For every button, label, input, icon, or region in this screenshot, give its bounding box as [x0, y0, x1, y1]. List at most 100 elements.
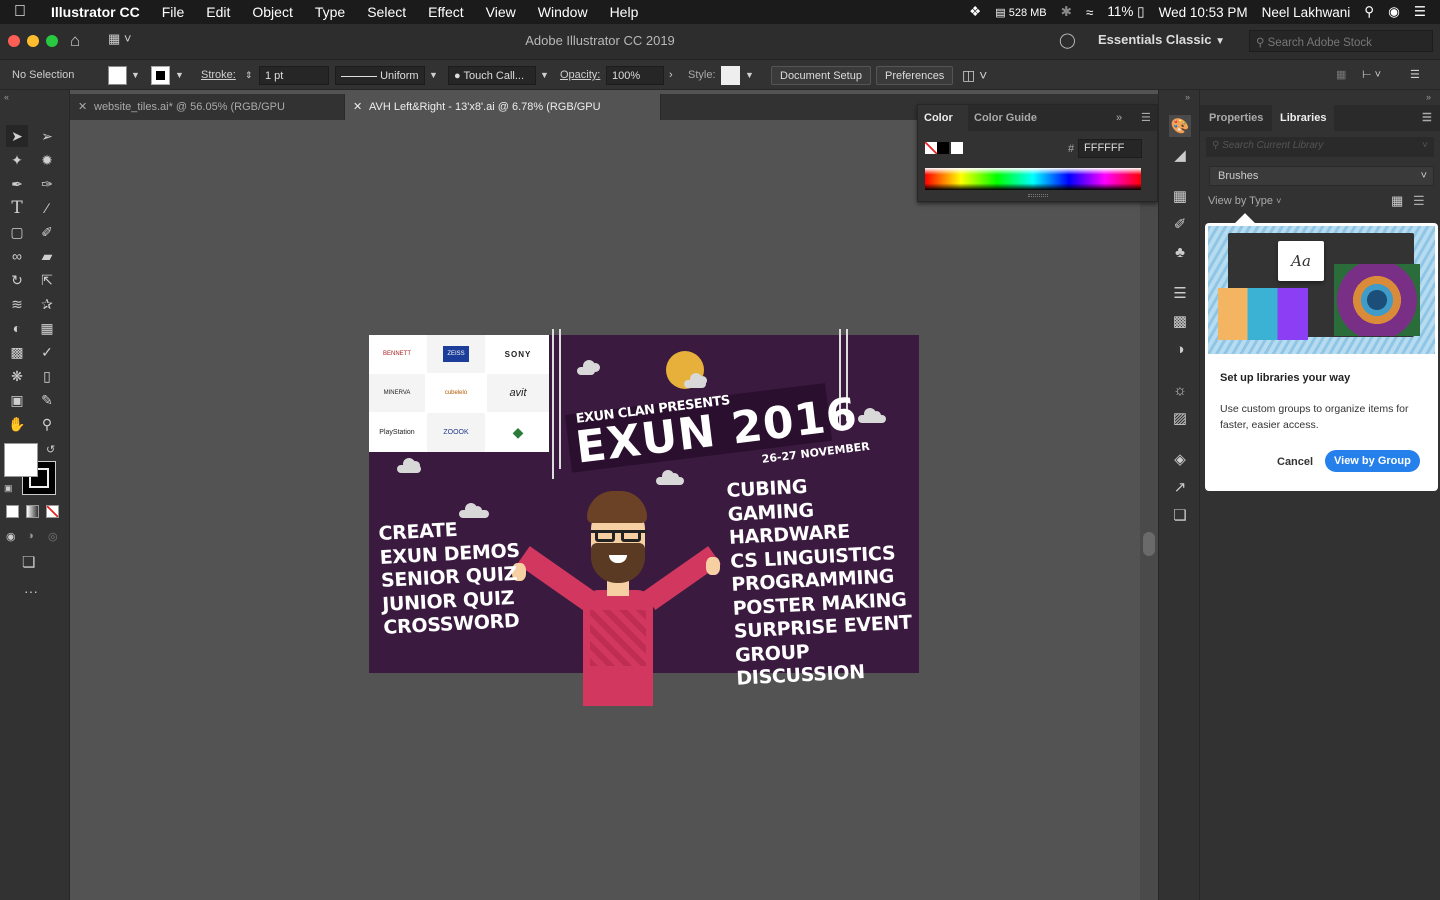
menu-help[interactable]: Help [599, 0, 650, 24]
zoom-tool-icon[interactable]: ⚲ [36, 413, 58, 435]
black-swatch[interactable] [937, 142, 949, 154]
document-setup-button[interactable]: Document Setup [771, 66, 871, 85]
none-mode-button[interactable] [46, 505, 59, 518]
hand-tool-icon[interactable]: ✋ [6, 413, 28, 435]
color-spectrum[interactable] [925, 168, 1141, 190]
color-mode-button[interactable] [6, 505, 19, 518]
transparency-icon[interactable]: ◑ [1169, 338, 1191, 360]
collapse-panel-icon[interactable]: » [1116, 112, 1122, 124]
opacity-label[interactable]: Opacity: [560, 66, 600, 85]
bluetooth-icon[interactable]: ✱ [1061, 4, 1072, 20]
panel-menu-icon[interactable]: ☰ [1422, 111, 1432, 124]
edit-toolbar-icon[interactable]: ··· [24, 583, 38, 599]
lightbulb-icon[interactable]: ◯ [1059, 31, 1076, 49]
menu-app[interactable]: Illustrator CC [40, 0, 151, 24]
hex-input[interactable]: FFFFFF [1078, 139, 1142, 158]
control-menu-icon[interactable]: ☰ [1410, 66, 1420, 85]
asset-export-icon[interactable]: ↗ [1169, 476, 1191, 498]
style-chevron-icon[interactable]: ▼ [745, 66, 754, 85]
shape-builder-tool-icon[interactable]: ◐ [6, 317, 28, 339]
scrollbar-thumb[interactable] [1143, 532, 1155, 556]
gradient-panel-icon[interactable]: ▩ [1169, 310, 1191, 332]
stroke-weight-field[interactable]: 1 pt [259, 66, 329, 85]
list-view-icon[interactable]: ☰ [1413, 193, 1425, 209]
stroke-dropdown-chevron-icon[interactable]: ▼ [175, 66, 184, 85]
draw-normal-icon[interactable]: ◉ [6, 530, 16, 543]
fill-color-box[interactable] [4, 443, 38, 477]
stroke-label[interactable]: Stroke: [201, 66, 236, 85]
tab-color[interactable]: Color [918, 105, 968, 131]
symbols-icon[interactable]: ♣ [1169, 241, 1191, 263]
preferences-button[interactable]: Preferences [876, 66, 954, 85]
shaper-tool-icon[interactable]: ∞ [6, 245, 28, 267]
memory-monitor[interactable]: ▤ 528 MB [995, 6, 1046, 19]
artboard-tool-icon[interactable]: ▣ [6, 389, 28, 411]
collapse-panel-icon[interactable]: » [1426, 92, 1431, 102]
align-grid-icon[interactable]: ▦ [1336, 66, 1346, 85]
direct-selection-tool-icon[interactable]: ➢ [36, 125, 58, 147]
fill-dropdown-chevron-icon[interactable]: ▼ [131, 66, 140, 85]
image-trace-icon[interactable]: ▨ [1169, 407, 1191, 429]
artboard[interactable]: BENNETT ZEISS SONY MINERVA cubelelo avit… [369, 329, 919, 706]
graphic-style-swatch[interactable] [721, 66, 740, 85]
eraser-tool-icon[interactable]: ▰ [36, 245, 58, 267]
gradient-mode-button[interactable] [26, 505, 39, 518]
library-search-input[interactable]: ⚲ Search Current Library ˅ [1206, 137, 1434, 157]
rectangle-tool-icon[interactable]: ▢ [6, 221, 28, 243]
draw-behind-icon[interactable]: ◑ [27, 530, 34, 542]
spotlight-search-icon[interactable]: ⚲ [1364, 4, 1374, 20]
pen-tool-icon[interactable]: ✒ [6, 173, 28, 195]
menu-type[interactable]: Type [304, 0, 356, 24]
appearance-icon[interactable]: ☼ [1169, 379, 1191, 401]
gradient-tool-icon[interactable]: ▩ [6, 341, 28, 363]
stock-search-input[interactable]: ⚲ Search Adobe Stock [1249, 30, 1433, 52]
libraries-panel-icon[interactable]: 🎨 [1169, 115, 1191, 137]
perspective-grid-tool-icon[interactable]: ▦ [36, 317, 58, 339]
scale-tool-icon[interactable]: ⇱ [36, 269, 58, 291]
popup-cancel-button[interactable]: Cancel [1277, 453, 1313, 471]
brushes-icon[interactable]: ✐ [1169, 213, 1191, 235]
rotate-tool-icon[interactable]: ↻ [6, 269, 28, 291]
opacity-field[interactable]: 100% [606, 66, 664, 85]
menu-view[interactable]: View [475, 0, 527, 24]
selection-tool-icon[interactable]: ➤ [6, 125, 28, 147]
screen-mode-icon[interactable]: ❏ [22, 553, 35, 571]
menu-select[interactable]: Select [356, 0, 417, 24]
swap-fill-stroke-icon[interactable]: ↺ [46, 443, 55, 456]
puppet-warp-tool-icon[interactable]: ✰ [36, 293, 58, 315]
swatches-icon[interactable]: ▦ [1169, 185, 1191, 207]
tab-properties[interactable]: Properties [1209, 105, 1263, 131]
collapse-toolbar-icon[interactable]: « [4, 92, 9, 102]
menu-edit[interactable]: Edit [195, 0, 241, 24]
clock[interactable]: Wed 10:53 PM [1159, 5, 1248, 20]
grid-view-icon[interactable]: ▦ [1391, 193, 1403, 209]
graphic-styles-icon[interactable]: ◢ [1169, 144, 1191, 166]
menu-effect[interactable]: Effect [417, 0, 475, 24]
close-tab-icon[interactable]: ✕ [78, 94, 87, 120]
workspace-switcher[interactable]: Essentials Classic ▼ [1098, 32, 1225, 47]
line-tool-icon[interactable]: ∕ [36, 197, 58, 219]
magic-wand-tool-icon[interactable]: ✦ [6, 149, 28, 171]
siri-icon[interactable]: ◉ [1388, 4, 1400, 20]
profile-chevron-icon[interactable]: ▼ [429, 66, 438, 85]
resize-handle-icon[interactable] [1028, 194, 1048, 197]
tab-color-guide[interactable]: Color Guide [974, 105, 1037, 131]
tab-website-tiles[interactable]: ✕ website_tiles.ai* @ 56.05% (RGB/GPU Pr… [70, 94, 345, 139]
menu-file[interactable]: File [151, 0, 196, 24]
default-colors-icon[interactable]: ▣ [4, 483, 13, 494]
arrange-icon[interactable]: ◫ ˅ [962, 66, 987, 85]
lasso-tool-icon[interactable]: ✹ [36, 149, 58, 171]
notification-center-icon[interactable]: ☰ [1414, 4, 1426, 20]
apple-icon[interactable]:  [0, 3, 40, 21]
artboards-icon[interactable]: ❏ [1169, 504, 1191, 526]
brush-definition[interactable]: ● Touch Call... [448, 66, 536, 85]
slice-tool-icon[interactable]: ✎ [36, 389, 58, 411]
variable-width-profile[interactable]: Uniform [335, 66, 425, 85]
opacity-arrow-icon[interactable]: › [669, 66, 673, 85]
fill-swatch[interactable] [108, 66, 127, 85]
library-select[interactable]: Brushes ˅ [1209, 166, 1434, 186]
brush-chevron-icon[interactable]: ▼ [540, 66, 549, 85]
stroke-swatch[interactable] [151, 66, 170, 85]
curvature-tool-icon[interactable]: ✑ [36, 173, 58, 195]
none-swatch[interactable] [925, 142, 937, 154]
